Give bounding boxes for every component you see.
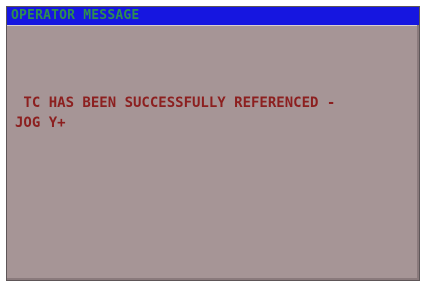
message-line-1: TC HAS BEEN SUCCESSFULLY REFERENCED - [15,95,336,111]
title-divider [7,25,419,26]
operator-message-window: OPERATOR MESSAGE TC HAS BEEN SUCCESSFULL… [6,6,420,281]
operator-message-text: TC HAS BEEN SUCCESSFULLY REFERENCED - JO… [15,93,415,133]
panel-bottom-edge [7,278,419,280]
window-title: OPERATOR MESSAGE [11,8,140,23]
message-line-2: JOG Y+ [15,115,66,131]
title-bar: OPERATOR MESSAGE [7,7,419,25]
panel-right-edge [417,25,419,280]
